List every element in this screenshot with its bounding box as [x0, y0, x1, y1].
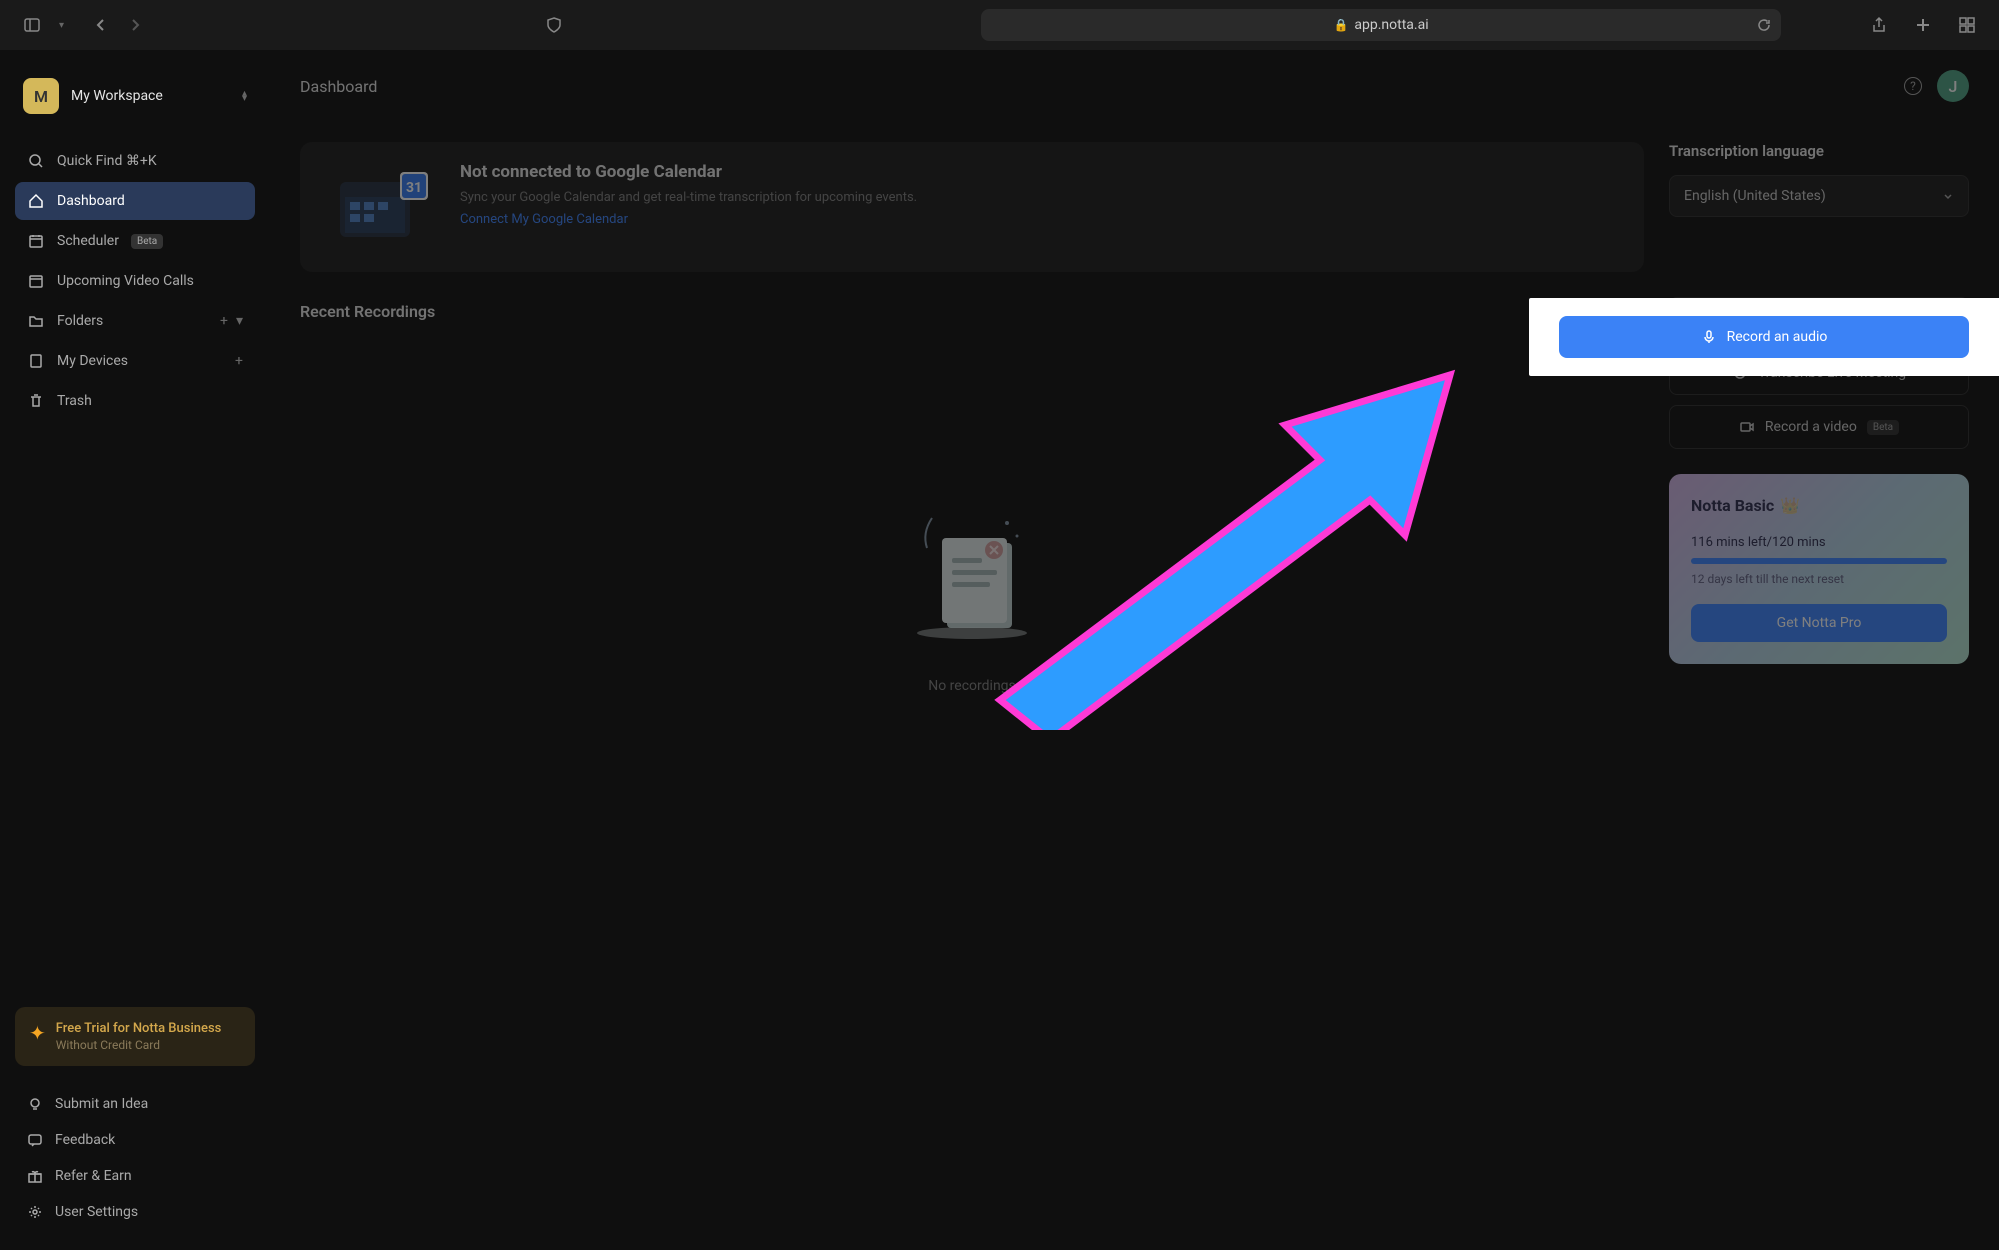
sidebar-item-label: Folders [57, 313, 103, 329]
mic-icon [1701, 329, 1717, 345]
help-icon[interactable]: ? [1904, 77, 1922, 95]
home-icon [27, 192, 45, 210]
quick-find-label: Quick Find ⌘+K [57, 153, 157, 169]
footer-submit-idea[interactable]: Submit an Idea [15, 1086, 255, 1122]
gift-icon [27, 1168, 43, 1184]
sidebar-item-label: My Devices [57, 353, 128, 369]
plus-icon[interactable] [1911, 13, 1935, 37]
calendar-icon [27, 232, 45, 250]
video-icon [1739, 419, 1755, 435]
folder-icon [27, 312, 45, 330]
main-content: Dashboard ? J [270, 50, 1999, 1250]
chevron-down-icon [1942, 190, 1954, 202]
sidebar: M My Workspace ▴▾ Quick Find ⌘+K Dashboa… [0, 50, 270, 1250]
beta-badge: Beta [1867, 420, 1899, 435]
workspace-name: My Workspace [71, 88, 230, 104]
svg-text:31: 31 [406, 180, 422, 196]
sidebar-item-devices[interactable]: My Devices + [15, 342, 255, 380]
sidebar-item-label: Dashboard [57, 193, 125, 209]
plan-progress-bar [1691, 558, 1947, 564]
calendar-title: Not connected to Google Calendar [460, 162, 917, 182]
language-title: Transcription language [1669, 142, 1969, 160]
page-title: Dashboard [300, 77, 377, 96]
footer-label: Refer & Earn [55, 1168, 132, 1184]
footer-settings[interactable]: User Settings [15, 1194, 255, 1230]
promo-title: Free Trial for Notta Business [56, 1021, 222, 1036]
sidebar-item-dashboard[interactable]: Dashboard [15, 182, 255, 220]
workspace-selector[interactable]: M My Workspace ▴▾ [15, 70, 255, 122]
language-selected: English (United States) [1684, 188, 1826, 204]
add-folder-icon[interactable]: + [220, 313, 228, 329]
user-avatar[interactable]: J [1937, 70, 1969, 102]
promo-card[interactable]: ✦ Free Trial for Notta Business Without … [15, 1007, 255, 1066]
calendar-connect-card: 31 Not connected to Google Calendar Sync… [300, 142, 1644, 272]
sidebar-item-label: Scheduler [57, 233, 119, 249]
chat-icon [27, 1132, 43, 1148]
plan-card: Notta Basic 👑 116 mins left/120 mins 12 … [1669, 474, 1969, 664]
calendar-desc: Sync your Google Calendar and get real-t… [460, 188, 917, 208]
recent-recordings-title: Recent Recordings [300, 302, 1644, 321]
shield-icon[interactable] [542, 13, 566, 37]
chevron-down-icon[interactable]: ▾ [236, 313, 243, 329]
calendar-illustration: 31 [320, 162, 440, 252]
forward-icon[interactable] [123, 13, 147, 37]
chevron-updown-icon: ▴▾ [242, 91, 247, 101]
reload-icon[interactable] [1757, 18, 1771, 32]
highlight-callout: Record an audio [1529, 298, 1999, 376]
language-select[interactable]: English (United States) [1669, 175, 1969, 217]
sidebar-item-label: Trash [57, 393, 92, 409]
plan-minutes: 116 mins left/120 mins [1691, 535, 1947, 550]
empty-illustration [872, 488, 1072, 648]
dropdown-caret-icon[interactable]: ▾ [59, 20, 64, 31]
record-label: Record an audio [1727, 329, 1828, 345]
record-video-button[interactable]: Record a video Beta [1669, 405, 1969, 449]
back-icon[interactable] [89, 13, 113, 37]
add-device-icon[interactable]: + [235, 353, 243, 369]
gear-icon [27, 1204, 43, 1220]
footer-label: Feedback [55, 1132, 115, 1148]
browser-toolbar: ▾ 🔒 app.notta.ai [0, 0, 1999, 50]
url-text: app.notta.ai [1354, 17, 1428, 33]
lock-icon: 🔒 [1333, 18, 1348, 32]
sidebar-toggle-icon[interactable] [20, 13, 44, 37]
sparkle-icon: ✦ [29, 1021, 46, 1045]
record-audio-button[interactable]: Record an audio [1559, 316, 1969, 358]
topbar: Dashboard ? J [270, 50, 1999, 122]
url-bar[interactable]: 🔒 app.notta.ai [981, 9, 1781, 41]
crown-icon: 👑 [1780, 496, 1800, 515]
promo-subtitle: Without Credit Card [56, 1038, 222, 1052]
quick-find[interactable]: Quick Find ⌘+K [15, 142, 255, 180]
share-icon[interactable] [1867, 13, 1891, 37]
footer-label: Submit an Idea [55, 1096, 148, 1112]
empty-state: No recordings [300, 341, 1644, 841]
device-icon [27, 352, 45, 370]
footer-feedback[interactable]: Feedback [15, 1122, 255, 1158]
bulb-icon [27, 1096, 43, 1112]
plan-days: 12 days left till the next reset [1691, 572, 1947, 586]
search-icon [27, 152, 45, 170]
beta-badge: Beta [131, 234, 163, 249]
plan-name: Notta Basic [1691, 496, 1774, 515]
trash-icon [27, 392, 45, 410]
sidebar-item-folders[interactable]: Folders + ▾ [15, 302, 255, 340]
tabs-grid-icon[interactable] [1955, 13, 1979, 37]
sidebar-item-scheduler[interactable]: Scheduler Beta [15, 222, 255, 260]
footer-label: User Settings [55, 1204, 138, 1220]
workspace-avatar: M [23, 78, 59, 114]
sidebar-item-upcoming[interactable]: Upcoming Video Calls [15, 262, 255, 300]
video-label: Record a video [1765, 419, 1857, 435]
get-pro-button[interactable]: Get Notta Pro [1691, 604, 1947, 642]
calendar-connect-link[interactable]: Connect My Google Calendar [460, 212, 628, 227]
sidebar-item-trash[interactable]: Trash [15, 382, 255, 420]
footer-refer[interactable]: Refer & Earn [15, 1158, 255, 1194]
empty-text: No recordings [928, 678, 1016, 694]
calendar-check-icon [27, 272, 45, 290]
sidebar-item-label: Upcoming Video Calls [57, 273, 194, 289]
